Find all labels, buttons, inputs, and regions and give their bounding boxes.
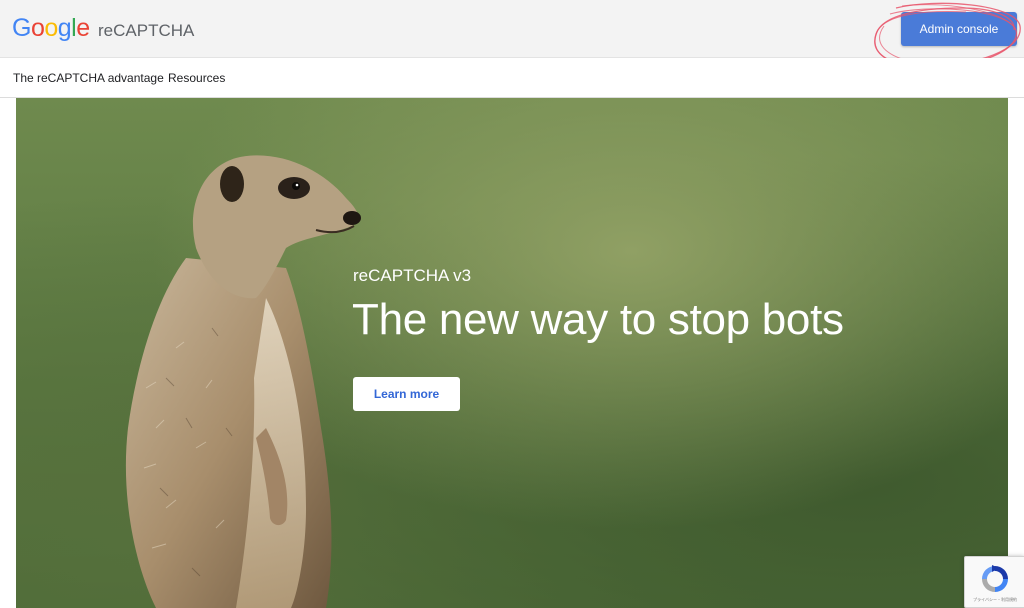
product-name: reCAPTCHA	[98, 21, 195, 40]
hero-title: The new way to stop bots	[352, 295, 844, 344]
nav-item-advantage[interactable]: The reCAPTCHA advantage	[13, 71, 164, 85]
meerkat-image	[125, 155, 361, 608]
recaptcha-logo-icon	[982, 565, 1008, 592]
logo-letter: o	[44, 14, 58, 42]
learn-more-button[interactable]: Learn more	[353, 377, 460, 411]
nav-bar: The reCAPTCHA advantage Resources	[0, 58, 1024, 98]
logo-letter: o	[30, 14, 45, 42]
badge-privacy-terms[interactable]: プライバシー・利用規約	[967, 597, 1023, 603]
google-logo[interactable]: Google	[12, 12, 90, 44]
top-bar: Google reCAPTCHA Admin console	[0, 0, 1024, 69]
logo-letter: g	[57, 14, 72, 42]
logo-letter: G	[12, 14, 31, 42]
hero-subtitle: reCAPTCHA v3	[353, 266, 472, 285]
admin-console-button[interactable]: Admin console	[901, 12, 1017, 46]
nav-item-resources[interactable]: Resources	[168, 71, 225, 85]
hero-banner: reCAPTCHA v3 The new way to stop bots Le…	[16, 98, 1008, 608]
logo-letter: e	[76, 14, 90, 42]
recaptcha-badge[interactable]: プライバシー・利用規約	[964, 556, 1024, 608]
